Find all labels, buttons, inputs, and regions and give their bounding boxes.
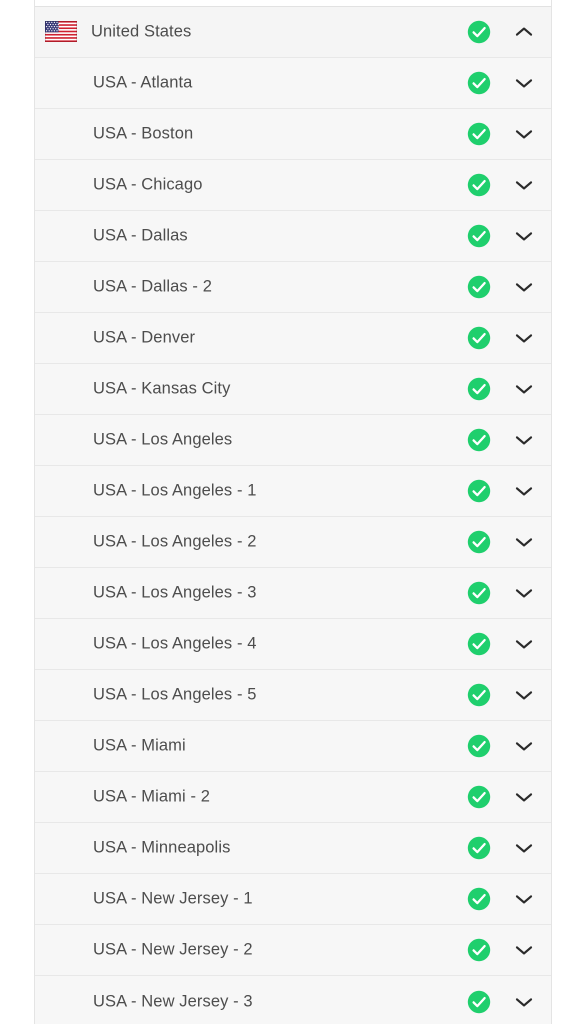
server-row[interactable]: USA - Miami - 2 — [35, 772, 551, 823]
server-name: USA - New Jersey - 1 — [93, 889, 253, 908]
check-circle-icon[interactable] — [467, 428, 491, 452]
server-name: USA - Denver — [93, 328, 196, 347]
server-name: USA - Minneapolis — [93, 838, 231, 857]
chevron-down-icon[interactable] — [511, 172, 537, 198]
server-row[interactable]: USA - Los Angeles - 3 — [35, 568, 551, 619]
check-circle-icon[interactable] — [467, 224, 491, 248]
chevron-down-icon[interactable] — [511, 784, 537, 810]
server-name: USA - Dallas — [93, 226, 188, 245]
check-circle-icon[interactable] — [467, 785, 491, 809]
check-circle-icon[interactable] — [467, 326, 491, 350]
chevron-down-icon[interactable] — [511, 937, 537, 963]
server-name: USA - New Jersey - 3 — [93, 992, 253, 1010]
check-circle-icon[interactable] — [467, 734, 491, 758]
server-row[interactable]: USA - Minneapolis — [35, 823, 551, 874]
server-name: USA - Los Angeles - 1 — [93, 481, 257, 500]
server-row[interactable]: USA - Miami — [35, 721, 551, 772]
check-circle-icon[interactable] — [467, 990, 491, 1014]
server-name: USA - Los Angeles - 2 — [93, 532, 257, 551]
chevron-down-icon[interactable] — [511, 835, 537, 861]
chevron-down-icon[interactable] — [511, 223, 537, 249]
server-row[interactable]: USA - Los Angeles - 1 — [35, 466, 551, 517]
check-circle-icon[interactable] — [467, 71, 491, 95]
chevron-down-icon[interactable] — [511, 325, 537, 351]
server-name: USA - New Jersey - 2 — [93, 940, 253, 959]
server-row[interactable]: USA - Dallas - 2 — [35, 262, 551, 313]
flag-united-states-icon — [45, 21, 79, 43]
server-name: USA - Los Angeles - 4 — [93, 634, 257, 653]
chevron-down-icon[interactable] — [511, 989, 537, 1015]
clipped-row-top — [35, 0, 551, 7]
check-circle-icon[interactable] — [467, 20, 491, 44]
check-circle-icon[interactable] — [467, 479, 491, 503]
check-circle-icon[interactable] — [467, 173, 491, 197]
chevron-down-icon[interactable] — [511, 376, 537, 402]
check-circle-icon[interactable] — [467, 887, 491, 911]
server-row[interactable]: USA - Dallas — [35, 211, 551, 262]
server-name: USA - Los Angeles - 3 — [93, 583, 257, 602]
server-row[interactable]: USA - Boston — [35, 109, 551, 160]
server-row[interactable]: USA - New Jersey - 2 — [35, 925, 551, 976]
check-circle-icon[interactable] — [467, 275, 491, 299]
chevron-down-icon[interactable] — [511, 631, 537, 657]
chevron-down-icon[interactable] — [511, 274, 537, 300]
server-name: USA - Miami - 2 — [93, 787, 211, 806]
chevron-down-icon[interactable] — [511, 886, 537, 912]
check-circle-icon[interactable] — [467, 122, 491, 146]
server-row[interactable]: USA - New Jersey - 3 — [35, 976, 551, 1024]
chevron-down-icon[interactable] — [511, 682, 537, 708]
server-name: USA - Kansas City — [93, 379, 231, 398]
check-circle-icon[interactable] — [467, 938, 491, 962]
country-row[interactable]: United States — [35, 7, 551, 58]
chevron-down-icon[interactable] — [511, 478, 537, 504]
chevron-down-icon[interactable] — [511, 70, 537, 96]
chevron-down-icon[interactable] — [511, 733, 537, 759]
server-row[interactable]: USA - Los Angeles - 5 — [35, 670, 551, 721]
server-name: USA - Dallas - 2 — [93, 277, 212, 296]
chevron-down-icon[interactable] — [511, 580, 537, 606]
list-rows-container: United States USA - Atlanta USA - Boston US… — [35, 7, 551, 1024]
chevron-down-icon[interactable] — [511, 427, 537, 453]
check-circle-icon[interactable] — [467, 581, 491, 605]
check-circle-icon[interactable] — [467, 632, 491, 656]
server-name: USA - Los Angeles — [93, 430, 233, 449]
check-circle-icon[interactable] — [467, 683, 491, 707]
server-row[interactable]: USA - Atlanta — [35, 58, 551, 109]
server-name: USA - Los Angeles - 5 — [93, 685, 257, 704]
chevron-down-icon[interactable] — [511, 529, 537, 555]
server-row[interactable]: USA - New Jersey - 1 — [35, 874, 551, 925]
server-name: USA - Chicago — [93, 175, 203, 194]
check-circle-icon[interactable] — [467, 530, 491, 554]
page-root: United States USA - Atlanta USA - Boston US… — [0, 0, 566, 1024]
server-location-list: United States USA - Atlanta USA - Boston US… — [34, 0, 552, 1024]
server-row[interactable]: USA - Los Angeles - 2 — [35, 517, 551, 568]
server-row[interactable]: USA - Kansas City — [35, 364, 551, 415]
server-row[interactable]: USA - Los Angeles — [35, 415, 551, 466]
chevron-up-icon[interactable] — [511, 19, 537, 45]
check-circle-icon[interactable] — [467, 377, 491, 401]
server-row[interactable]: USA - Chicago — [35, 160, 551, 211]
server-name: USA - Atlanta — [93, 73, 193, 92]
server-name: USA - Miami — [93, 736, 186, 755]
server-row[interactable]: USA - Los Angeles - 4 — [35, 619, 551, 670]
server-row[interactable]: USA - Denver — [35, 313, 551, 364]
check-circle-icon[interactable] — [467, 836, 491, 860]
server-name: USA - Boston — [93, 124, 194, 143]
country-name: United States — [91, 22, 192, 41]
chevron-down-icon[interactable] — [511, 121, 537, 147]
